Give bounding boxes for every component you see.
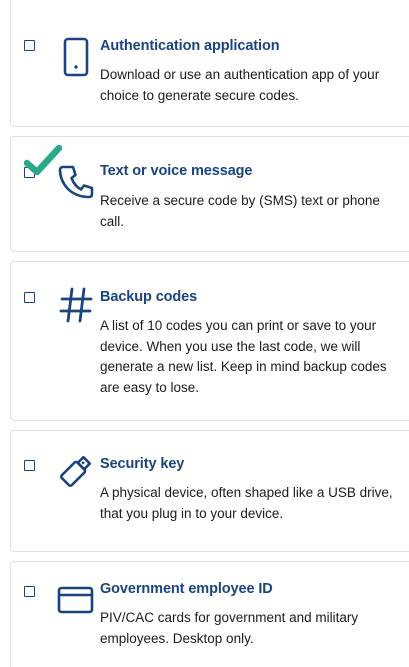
option-description: Download or use an authentication app of… xyxy=(100,67,380,103)
security-key-icon xyxy=(55,450,97,492)
hash-icon xyxy=(55,284,97,326)
mfa-options-list: Authentication application Download or u… xyxy=(0,0,409,667)
option-title: Authentication application xyxy=(100,38,280,54)
option-description: Receive a secure code by (SMS) text or p… xyxy=(100,193,380,229)
option-title: Text or voice message xyxy=(100,163,253,179)
option-description: A list of 10 codes you can print or save… xyxy=(100,318,387,395)
option-description: A physical device, often shaped like a U… xyxy=(100,485,393,521)
id-card-icon xyxy=(55,579,97,621)
phone-icon xyxy=(55,36,97,78)
option-checkbox-government-id[interactable] xyxy=(24,586,35,597)
option-checkbox-authentication-app[interactable] xyxy=(24,40,35,51)
option-title: Backup codes xyxy=(100,289,198,305)
option-checkbox-backup-codes[interactable] xyxy=(24,292,35,303)
option-checkbox-security-key[interactable] xyxy=(24,460,35,471)
option-description: PIV/CAC cards for government and militar… xyxy=(100,610,359,646)
checkmark-icon xyxy=(23,143,63,177)
option-title: Government employee ID xyxy=(100,581,273,597)
option-title: Security key xyxy=(100,456,185,472)
